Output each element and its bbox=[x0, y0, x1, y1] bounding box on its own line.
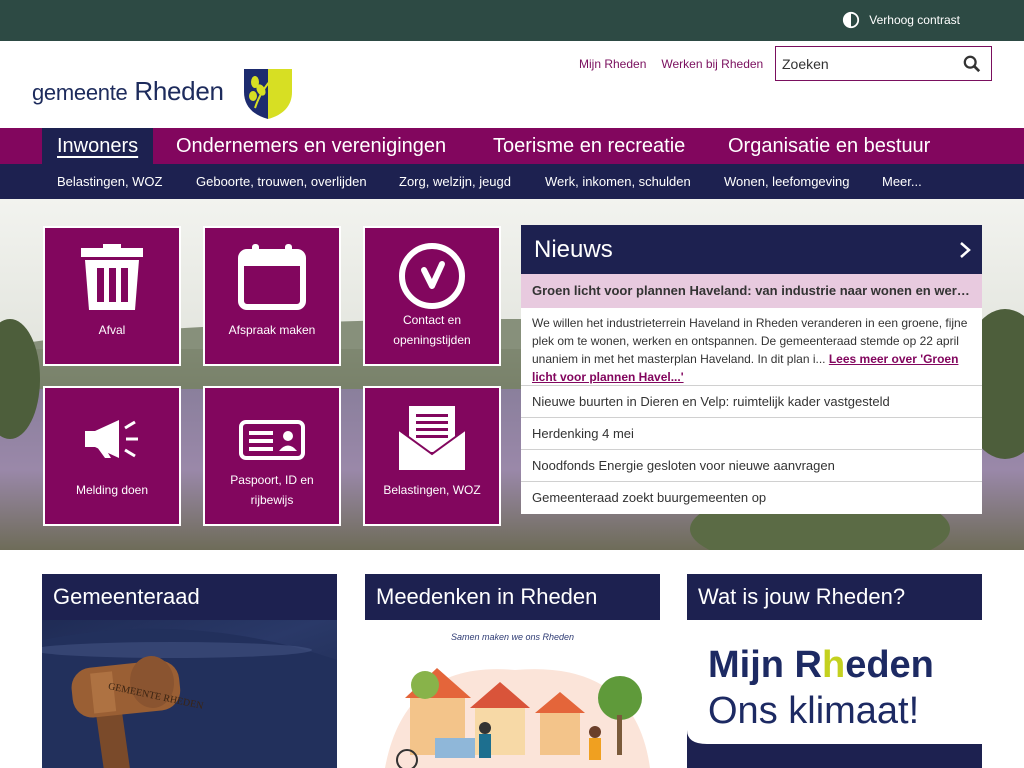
campaign-shape bbox=[687, 730, 982, 768]
card-wat-is-jouw-rheden[interactable]: Wat is jouw Rheden? Mijn Rheden Ons klim… bbox=[687, 574, 982, 768]
subnav-geboorte[interactable]: Geboorte, trouwen, overlijden bbox=[196, 164, 367, 199]
news-item[interactable]: Gemeenteraad zoekt buurgemeenten op bbox=[521, 481, 982, 513]
link-mijn-rheden[interactable]: Mijn Rheden bbox=[579, 57, 646, 71]
tile-afval[interactable]: Afval bbox=[43, 226, 181, 366]
tab-toerisme[interactable]: Toerisme en recreatie bbox=[493, 128, 685, 164]
sub-navigation: Belastingen, WOZ Geboorte, trouwen, over… bbox=[0, 164, 1024, 199]
clock-icon bbox=[399, 243, 465, 309]
id-card-icon bbox=[239, 420, 305, 460]
news-featured-title[interactable]: Groen licht voor plannen Haveland: van i… bbox=[521, 274, 982, 308]
megaphone-icon bbox=[85, 420, 138, 458]
logo-prefix: gemeente bbox=[32, 80, 128, 105]
tile-label: Afspraak maken bbox=[228, 323, 316, 337]
tile-melding[interactable]: Melding doen bbox=[43, 386, 181, 526]
subnav-werk[interactable]: Werk, inkomen, schulden bbox=[545, 164, 691, 199]
subnav-belastingen[interactable]: Belastingen, WOZ bbox=[57, 164, 163, 199]
tile-label: Afval bbox=[98, 323, 126, 337]
site-logo[interactable]: gemeente Rheden bbox=[32, 76, 224, 107]
gavel-image: GEMEENTE RHEDEN bbox=[42, 620, 337, 768]
tab-ondernemers[interactable]: Ondernemers en verenigingen bbox=[176, 128, 446, 164]
search-icon[interactable] bbox=[963, 55, 981, 73]
top-utility-bar: Verhoog contrast bbox=[0, 0, 1024, 41]
illustration-caption: Samen maken we ons Rheden bbox=[450, 632, 575, 642]
news-title: Nieuws bbox=[534, 236, 613, 263]
mijn-rheden-image: Mijn Rheden Ons klimaat! bbox=[687, 620, 982, 768]
contrast-toggle[interactable]: Verhoog contrast bbox=[842, 11, 960, 29]
card-title: Gemeenteraad bbox=[42, 574, 337, 620]
tile-label: Paspoort, ID en rijbewijs bbox=[230, 473, 314, 507]
community-illustration bbox=[385, 668, 650, 768]
main-navigation: Inwoners Ondernemers en verenigingen Toe… bbox=[0, 128, 1024, 164]
news-header[interactable]: Nieuws bbox=[521, 225, 982, 274]
logo-name: Rheden bbox=[134, 76, 224, 106]
hero-section: Afval Afspraak maken Contact en openings… bbox=[0, 199, 1024, 550]
news-featured-summary: We willen het industrieterrein Haveland … bbox=[532, 314, 972, 386]
link-werken-bij-rheden[interactable]: Werken bij Rheden bbox=[661, 57, 763, 71]
trash-bin-icon bbox=[81, 244, 143, 310]
chevron-right-icon bbox=[960, 242, 971, 258]
card-gemeenteraad[interactable]: Gemeenteraad GEMEENTE RHEDEN bbox=[42, 574, 337, 768]
site-header: gemeente Rheden Mijn Rheden Werken bij R… bbox=[0, 41, 1024, 128]
tile-label: Belastingen, WOZ bbox=[383, 483, 481, 497]
header-links: Mijn Rheden Werken bij Rheden bbox=[579, 57, 763, 71]
envelope-letter-icon bbox=[399, 406, 465, 470]
news-item[interactable]: Herdenking 4 mei bbox=[521, 417, 982, 449]
gavel-illustration: GEMEENTE RHEDEN bbox=[42, 628, 337, 768]
contrast-icon bbox=[843, 11, 860, 29]
tile-contact[interactable]: Contact en openingstijden bbox=[363, 226, 501, 366]
tile-afspraak[interactable]: Afspraak maken bbox=[203, 226, 341, 366]
news-item[interactable]: Noodfonds Energie gesloten voor nieuwe a… bbox=[521, 449, 982, 481]
card-title: Wat is jouw Rheden? bbox=[687, 574, 982, 620]
tile-paspoort[interactable]: Paspoort, ID en rijbewijs bbox=[203, 386, 341, 526]
subnav-wonen[interactable]: Wonen, leefomgeving bbox=[724, 164, 850, 199]
subnav-zorg[interactable]: Zorg, welzijn, jeugd bbox=[399, 164, 511, 199]
search-box bbox=[775, 46, 992, 81]
news-panel: Nieuws Groen licht voor plannen Haveland… bbox=[521, 225, 982, 514]
card-title: Meedenken in Rheden bbox=[365, 574, 660, 620]
calendar-icon bbox=[238, 244, 306, 310]
tile-label: Melding doen bbox=[75, 483, 149, 497]
card-meedenken[interactable]: Meedenken in Rheden Samen maken we ons R… bbox=[365, 574, 660, 768]
tile-belastingen[interactable]: Belastingen, WOZ bbox=[363, 386, 501, 526]
contrast-label: Verhoog contrast bbox=[869, 13, 960, 27]
tab-organisatie[interactable]: Organisatie en bestuur bbox=[728, 128, 930, 164]
news-item[interactable]: Nieuwe buurten in Dieren en Velp: ruimte… bbox=[521, 385, 982, 417]
coat-of-arms-icon bbox=[244, 69, 292, 119]
tab-inwoners[interactable]: Inwoners bbox=[42, 128, 154, 164]
search-input[interactable] bbox=[782, 53, 952, 75]
tile-label: Contact en openingstijden bbox=[393, 313, 471, 347]
meedenken-image: Samen maken we ons Rheden bbox=[365, 620, 660, 768]
subnav-meer[interactable]: Meer... bbox=[882, 164, 922, 199]
